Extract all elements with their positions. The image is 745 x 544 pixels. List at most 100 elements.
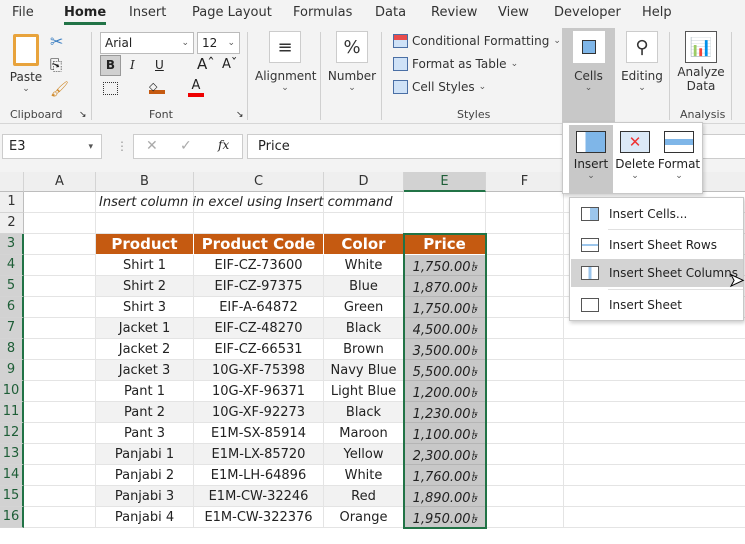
- table-header-product-code[interactable]: Product Code: [194, 234, 324, 255]
- table-cell[interactable]: White: [324, 465, 404, 486]
- table-cell[interactable]: Yellow: [324, 444, 404, 465]
- table-header-price[interactable]: Price: [404, 234, 486, 255]
- borders-icon[interactable]: [103, 82, 118, 95]
- cell[interactable]: [404, 192, 486, 213]
- decrease-font-icon[interactable]: Aˇ: [222, 57, 237, 72]
- table-cell[interactable]: E1M-LX-85720: [194, 444, 324, 465]
- cell[interactable]: [24, 423, 96, 444]
- price-cell[interactable]: 1,100.00৳: [404, 423, 486, 444]
- table-cell[interactable]: EIF-CZ-48270: [194, 318, 324, 339]
- table-cell[interactable]: 10G-XF-75398: [194, 360, 324, 381]
- table-cell[interactable]: Navy Blue: [324, 360, 404, 381]
- tab-review[interactable]: Review: [431, 5, 477, 20]
- delete-button[interactable]: ✕ Delete ⌄: [613, 125, 657, 193]
- table-cell[interactable]: Panjabi 3: [96, 486, 194, 507]
- table-cell[interactable]: 10G-XF-96371: [194, 381, 324, 402]
- row-header-16[interactable]: 16: [0, 507, 24, 528]
- table-cell[interactable]: Jacket 1: [96, 318, 194, 339]
- row-header-12[interactable]: 12: [0, 423, 24, 444]
- row-header-11[interactable]: 11: [0, 402, 24, 423]
- cell[interactable]: [486, 444, 564, 465]
- cell[interactable]: [486, 339, 564, 360]
- insert-button[interactable]: Insert ⌄: [569, 125, 613, 193]
- cells-button[interactable]: Cells ⌄: [562, 28, 615, 124]
- cell[interactable]: [324, 213, 404, 234]
- table-cell[interactable]: Blue: [324, 276, 404, 297]
- price-cell[interactable]: 1,230.00৳: [404, 402, 486, 423]
- row-header-4[interactable]: 4: [0, 255, 24, 276]
- table-cell[interactable]: Jacket 2: [96, 339, 194, 360]
- enter-icon[interactable]: ✓: [180, 138, 192, 154]
- format-as-table-button[interactable]: Format as Table ⌄: [393, 57, 518, 71]
- column-header-f[interactable]: F: [486, 172, 564, 192]
- tab-page-layout[interactable]: Page Layout: [192, 5, 272, 20]
- column-header-c[interactable]: C: [194, 172, 324, 192]
- cell[interactable]: [564, 360, 745, 381]
- cancel-icon[interactable]: ✕: [146, 138, 158, 154]
- row-header-5[interactable]: 5: [0, 276, 24, 297]
- font-color-icon[interactable]: A: [188, 78, 204, 97]
- menu-item-insert-cells[interactable]: Insert Cells...: [571, 200, 743, 228]
- table-cell[interactable]: Green: [324, 297, 404, 318]
- column-header-d[interactable]: D: [324, 172, 404, 192]
- row-header-8[interactable]: 8: [0, 339, 24, 360]
- table-cell[interactable]: Brown: [324, 339, 404, 360]
- cell[interactable]: [24, 276, 96, 297]
- alignment-button[interactable]: ≡ Alignment ⌄: [255, 31, 316, 93]
- cell[interactable]: [564, 318, 745, 339]
- cell[interactable]: [486, 318, 564, 339]
- cell[interactable]: [404, 213, 486, 234]
- cell[interactable]: [486, 234, 564, 255]
- column-header-b[interactable]: B: [96, 172, 194, 192]
- cell[interactable]: [24, 234, 96, 255]
- name-box[interactable]: E3 ▾: [2, 134, 102, 159]
- price-cell[interactable]: 4,500.00৳: [404, 318, 486, 339]
- tab-developer[interactable]: Developer: [554, 5, 621, 20]
- cell[interactable]: [486, 297, 564, 318]
- cell[interactable]: [24, 255, 96, 276]
- table-cell[interactable]: E1M-SX-85914: [194, 423, 324, 444]
- cell[interactable]: [24, 402, 96, 423]
- table-cell[interactable]: EIF-A-64872: [194, 297, 324, 318]
- row-header-6[interactable]: 6: [0, 297, 24, 318]
- cell[interactable]: [564, 444, 745, 465]
- cell[interactable]: [24, 339, 96, 360]
- cut-icon[interactable]: ✂: [50, 32, 63, 51]
- tab-view[interactable]: View: [498, 5, 529, 20]
- cell[interactable]: [24, 381, 96, 402]
- cell[interactable]: [194, 213, 324, 234]
- cell[interactable]: [564, 423, 745, 444]
- cell[interactable]: [24, 486, 96, 507]
- row-header-14[interactable]: 14: [0, 465, 24, 486]
- column-header-a[interactable]: A: [24, 172, 96, 192]
- table-cell[interactable]: Black: [324, 402, 404, 423]
- cell[interactable]: [24, 444, 96, 465]
- row-header-7[interactable]: 7: [0, 318, 24, 339]
- tab-file[interactable]: File: [12, 5, 34, 20]
- price-cell[interactable]: 5,500.00৳: [404, 360, 486, 381]
- cell[interactable]: [24, 465, 96, 486]
- cell[interactable]: [486, 276, 564, 297]
- row-header-1[interactable]: 1: [0, 192, 24, 213]
- row-header-13[interactable]: 13: [0, 444, 24, 465]
- table-cell[interactable]: E1M-CW-32246: [194, 486, 324, 507]
- italic-button[interactable]: I: [130, 58, 135, 72]
- price-cell[interactable]: 1,750.00৳: [404, 297, 486, 318]
- cell[interactable]: [486, 465, 564, 486]
- row-header-10[interactable]: 10: [0, 381, 24, 402]
- table-cell[interactable]: Shirt 1: [96, 255, 194, 276]
- table-cell[interactable]: Panjabi 2: [96, 465, 194, 486]
- bold-button[interactable]: B: [100, 55, 121, 76]
- number-button[interactable]: % Number ⌄: [327, 31, 377, 93]
- table-cell[interactable]: White: [324, 255, 404, 276]
- table-cell[interactable]: E1M-LH-64896: [194, 465, 324, 486]
- cell[interactable]: [486, 423, 564, 444]
- tab-home[interactable]: Home: [64, 5, 107, 25]
- cell[interactable]: [24, 360, 96, 381]
- editing-button[interactable]: ⚲ Editing ⌄: [620, 31, 664, 93]
- table-cell[interactable]: 10G-XF-92273: [194, 402, 324, 423]
- menu-item-insert-sheet-rows[interactable]: Insert Sheet Rows: [571, 231, 743, 259]
- analyze-data-button[interactable]: 📊 Analyze Data: [676, 31, 726, 93]
- cell[interactable]: [564, 465, 745, 486]
- cell[interactable]: [486, 255, 564, 276]
